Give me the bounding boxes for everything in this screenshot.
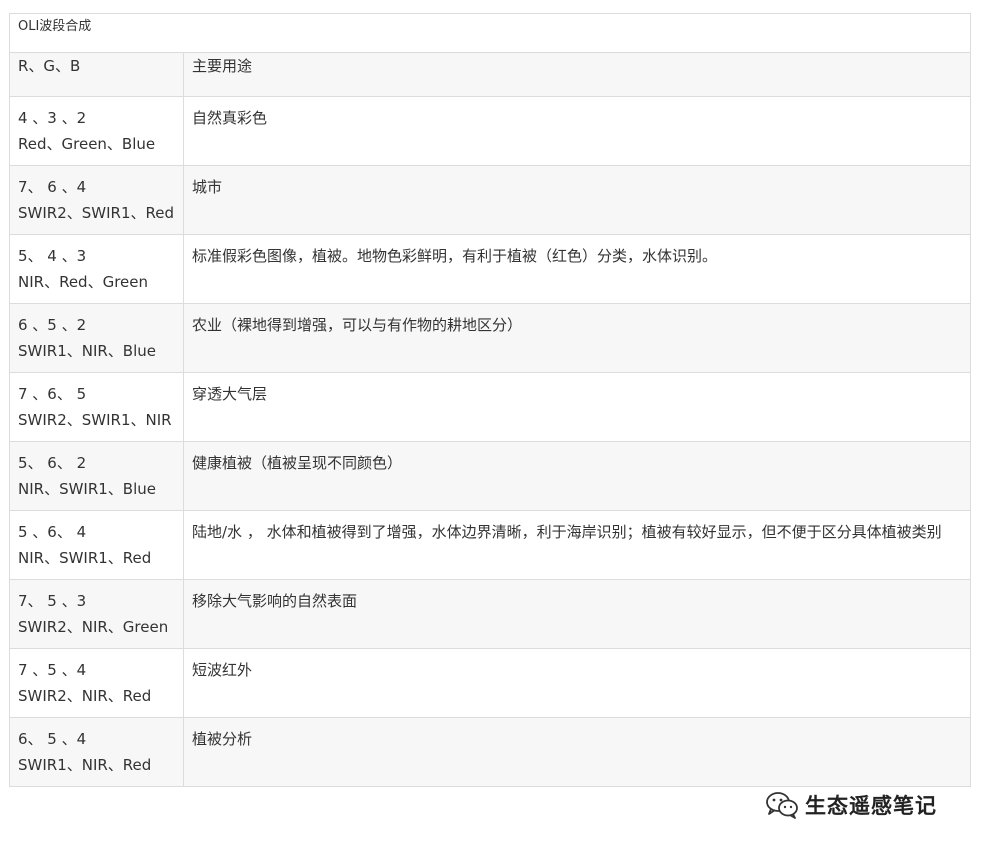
- band-numbers: 7 、5 、4: [18, 661, 87, 679]
- band-cell: 7、 6 、4 SWIR2、SWIR1、Red: [9, 165, 184, 235]
- page: OLI波段合成 R、G、B 主要用途 4 、3 、2 Red、Green、Blu…: [0, 0, 985, 848]
- usage-text: 标准假彩色图像，植被。地物色彩鲜明，有利于植被（红色）分类，水体识别。: [192, 247, 718, 265]
- table-row: 5、 4 、3 NIR、Red、Green 标准假彩色图像，植被。地物色彩鲜明，…: [9, 234, 971, 304]
- usage-text: 城市: [192, 178, 223, 196]
- usage-cell: 自然真彩色: [183, 96, 971, 166]
- band-cell: 6 、5 、2 SWIR1、NIR、Blue: [9, 303, 184, 373]
- band-names: SWIR2、NIR、Green: [18, 618, 169, 636]
- band-cell: 7、 5 、3 SWIR2、NIR、Green: [9, 579, 184, 649]
- usage-cell: 移除大气影响的自然表面: [183, 579, 971, 649]
- band-names: SWIR2、SWIR1、NIR: [18, 411, 172, 429]
- table-row: 7、 5 、3 SWIR2、NIR、Green 移除大气影响的自然表面: [9, 579, 971, 649]
- table-row: 5 、6、 4 NIR、SWIR1、Red 陆地/水 ， 水体和植被得到了增强，…: [9, 510, 971, 580]
- band-numbers: 5、 4 、3: [18, 247, 87, 265]
- usage-text: 健康植被（植被呈现不同颜色）: [192, 454, 403, 472]
- band-cell: 6、 5 、4 SWIR1、NIR、Red: [9, 717, 184, 787]
- band-names: SWIR2、NIR、Red: [18, 687, 152, 705]
- usage-cell: 农业（裸地得到增强，可以与有作物的耕地区分）: [183, 303, 971, 373]
- band-numbers: 5 、6、 4: [18, 523, 87, 541]
- table-row: 7、 6 、4 SWIR2、SWIR1、Red 城市: [9, 165, 971, 235]
- band-numbers: 7、 6 、4: [18, 178, 87, 196]
- usage-text: 短波红外: [192, 661, 253, 679]
- usage-cell: 陆地/水 ， 水体和植被得到了增强，水体边界清晰，利于海岸识别；植被有较好显示，…: [183, 510, 971, 580]
- table-caption: OLI波段合成: [9, 13, 971, 53]
- table-row: 5、 6、 2 NIR、SWIR1、Blue 健康植被（植被呈现不同颜色）: [9, 441, 971, 511]
- usage-text: 自然真彩色: [192, 109, 268, 127]
- usage-cell: 植被分析: [183, 717, 971, 787]
- band-numbers: 5、 6、 2: [18, 454, 87, 472]
- wechat-icon: [765, 791, 799, 819]
- table-row: 6 、5 、2 SWIR1、NIR、Blue 农业（裸地得到增强，可以与有作物的…: [9, 303, 971, 373]
- table-row: 7 、6、 5 SWIR2、SWIR1、NIR 穿透大气层: [9, 372, 971, 442]
- band-cell: 4 、3 、2 Red、Green、Blue: [9, 96, 184, 166]
- usage-text: 农业（裸地得到增强，可以与有作物的耕地区分）: [192, 316, 523, 334]
- band-numbers: 6、 5 、4: [18, 730, 87, 748]
- usage-cell: 短波红外: [183, 648, 971, 718]
- oli-band-combination-table: OLI波段合成 R、G、B 主要用途 4 、3 、2 Red、Green、Blu…: [9, 13, 971, 787]
- usage-cell: 标准假彩色图像，植被。地物色彩鲜明，有利于植被（红色）分类，水体识别。: [183, 234, 971, 304]
- usage-text: 陆地/水 ， 水体和植被得到了增强，水体边界清晰，利于海岸识别；植被有较好显示，…: [192, 523, 942, 541]
- band-cell: 7 、5 、4 SWIR2、NIR、Red: [9, 648, 184, 718]
- band-cell: 5、 4 、3 NIR、Red、Green: [9, 234, 184, 304]
- table-caption-row: OLI波段合成: [9, 13, 971, 53]
- usage-cell: 穿透大气层: [183, 372, 971, 442]
- band-names: NIR、SWIR1、Blue: [18, 480, 157, 498]
- usage-cell: 健康植被（植被呈现不同颜色）: [183, 441, 971, 511]
- band-numbers: 7、 5 、3: [18, 592, 87, 610]
- usage-text: 移除大气影响的自然表面: [192, 592, 358, 610]
- usage-text: 植被分析: [192, 730, 253, 748]
- usage-cell: 城市: [183, 165, 971, 235]
- band-numbers: 7 、6、 5: [18, 385, 87, 403]
- band-cell: 5 、6、 4 NIR、SWIR1、Red: [9, 510, 184, 580]
- table-row: 7 、5 、4 SWIR2、NIR、Red 短波红外: [9, 648, 971, 718]
- column-header-usage: 主要用途: [183, 52, 971, 97]
- band-names: SWIR2、SWIR1、Red: [18, 204, 174, 222]
- band-names: Red、Green、Blue: [18, 135, 156, 153]
- table-header-row: R、G、B 主要用途: [9, 52, 971, 97]
- watermark: 生态遥感笔记: [765, 790, 937, 820]
- band-names: NIR、Red、Green: [18, 273, 148, 291]
- table-row: 6、 5 、4 SWIR1、NIR、Red 植被分析: [9, 717, 971, 787]
- band-names: NIR、SWIR1、Red: [18, 549, 152, 567]
- table-row: 4 、3 、2 Red、Green、Blue 自然真彩色: [9, 96, 971, 166]
- band-numbers: 4 、3 、2: [18, 109, 87, 127]
- band-names: SWIR1、NIR、Blue: [18, 342, 157, 360]
- band-names: SWIR1、NIR、Red: [18, 756, 152, 774]
- column-header-rgb: R、G、B: [9, 52, 184, 97]
- band-cell: 5、 6、 2 NIR、SWIR1、Blue: [9, 441, 184, 511]
- watermark-text: 生态遥感笔记: [805, 794, 937, 818]
- band-cell: 7 、6、 5 SWIR2、SWIR1、NIR: [9, 372, 184, 442]
- usage-text: 穿透大气层: [192, 385, 268, 403]
- band-numbers: 6 、5 、2: [18, 316, 87, 334]
